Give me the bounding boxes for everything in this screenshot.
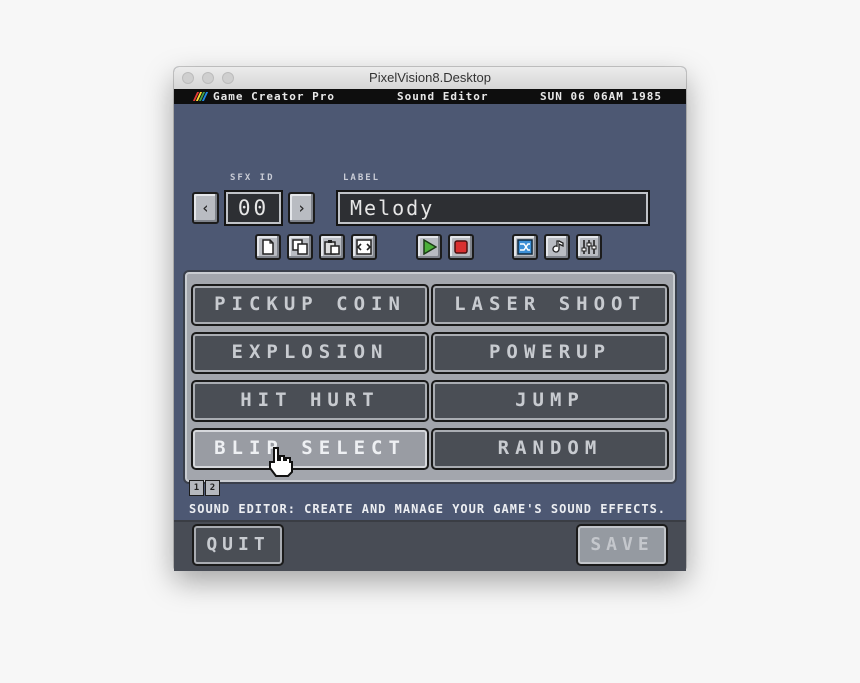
window-title: PixelVision8.Desktop bbox=[369, 70, 491, 85]
mutate-button[interactable] bbox=[512, 234, 538, 260]
revert-icon bbox=[356, 239, 372, 255]
preset-blip-select-button[interactable]: BLIP SELECT bbox=[193, 430, 427, 468]
paste-icon bbox=[324, 240, 340, 255]
mutate-icon bbox=[517, 239, 533, 255]
next-sfx-button[interactable]: › bbox=[288, 192, 315, 224]
previous-sfx-button[interactable]: ‹ bbox=[192, 192, 219, 224]
menu-bar: Game Creator Pro Sound Editor SUN 06 06A… bbox=[174, 89, 686, 104]
play-icon bbox=[423, 239, 437, 255]
label-caption: LABEL bbox=[343, 173, 381, 183]
sfx-id-label: SFX ID bbox=[230, 173, 275, 183]
preset-hit-hurt-button[interactable]: HIT HURT bbox=[193, 382, 427, 420]
settings-sliders-icon bbox=[581, 240, 597, 254]
sfx-label-input[interactable]: Melody bbox=[338, 192, 648, 224]
preset-random-button[interactable]: RANDOM bbox=[433, 430, 667, 468]
app-name[interactable]: Game Creator Pro bbox=[213, 89, 335, 104]
preset-pickup-coin-button[interactable]: PICKUP COIN bbox=[193, 286, 427, 324]
new-file-icon bbox=[262, 239, 274, 255]
preset-explosion-button[interactable]: EXPLOSION bbox=[193, 334, 427, 372]
page-tab-1[interactable]: 1 bbox=[189, 480, 204, 496]
hand-cursor-icon bbox=[269, 447, 293, 477]
play-button[interactable] bbox=[416, 234, 442, 260]
wave-icon bbox=[552, 240, 564, 253]
status-message: SOUND EDITOR: CREATE AND MANAGE YOUR GAM… bbox=[189, 502, 667, 516]
wave-button[interactable] bbox=[544, 234, 570, 260]
save-button[interactable]: SAVE bbox=[578, 526, 666, 564]
preset-powerup-button[interactable]: POWERUP bbox=[433, 334, 667, 372]
clock: SUN 06 06AM 1985 bbox=[540, 90, 662, 103]
tool-name: Sound Editor bbox=[397, 90, 489, 103]
page-tab-2[interactable]: 2 bbox=[205, 480, 220, 496]
settings-button[interactable] bbox=[576, 234, 602, 260]
chevron-left-icon: ‹ bbox=[200, 199, 211, 217]
stop-button[interactable] bbox=[448, 234, 474, 260]
title-bar: PixelVision8.Desktop bbox=[174, 67, 686, 90]
copy-button[interactable] bbox=[287, 234, 313, 260]
stop-icon bbox=[454, 240, 468, 254]
preset-jump-button[interactable]: JUMP bbox=[433, 382, 667, 420]
chevron-right-icon: › bbox=[296, 199, 307, 217]
quit-button[interactable]: QUIT bbox=[194, 526, 282, 564]
paste-button[interactable] bbox=[319, 234, 345, 260]
revert-button[interactable] bbox=[351, 234, 377, 260]
rainbow-logo-icon[interactable] bbox=[192, 92, 209, 101]
preset-laser-shoot-button[interactable]: LASER SHOOT bbox=[433, 286, 667, 324]
copy-icon bbox=[292, 239, 308, 255]
sfx-id-input[interactable]: 00 bbox=[226, 192, 281, 224]
new-button[interactable] bbox=[255, 234, 281, 260]
